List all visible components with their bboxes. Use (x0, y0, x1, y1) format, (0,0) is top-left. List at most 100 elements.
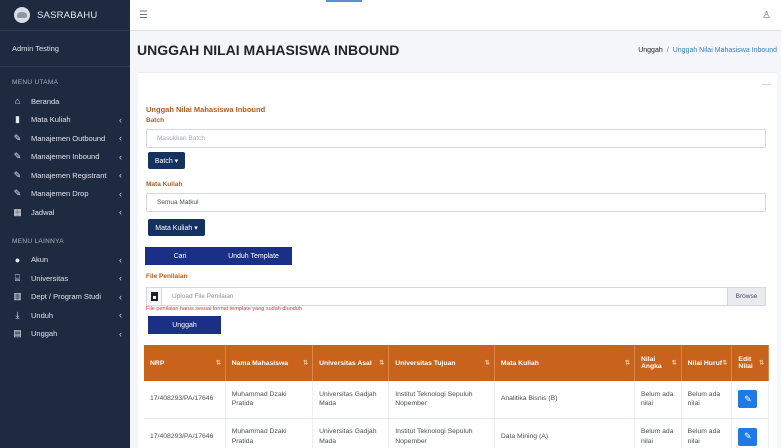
table-cell: Institut Teknologi Sepuluh Nopember (388, 418, 495, 448)
sidebar-item-label: Akun (31, 255, 49, 265)
column-header-label: Nama Mahasiswa (231, 359, 289, 367)
table-cell: 17/408293/PA/17646 (144, 381, 226, 419)
loading-bar (326, 0, 362, 2)
sort-icon[interactable]: ⇅ (759, 360, 764, 367)
matkul-input[interactable]: Semua Matkul (146, 193, 766, 212)
column-header[interactable]: Universitas Tujuan ⇅ (388, 345, 495, 381)
column-header[interactable]: Universitas Asal ⇅ (312, 345, 390, 381)
browse-button[interactable]: Browse (727, 288, 765, 305)
table-cell: Belum ada nilai (634, 418, 682, 448)
column-header-label: Universitas Asal (319, 359, 372, 367)
column-header-label: Edit Nilai (738, 356, 753, 370)
table-cell: Universitas Gadjah Mada (312, 418, 390, 448)
matkul-dropdown-button[interactable]: Mata Kuliah ▾ (148, 219, 205, 236)
chevron-left-icon: ‹ (119, 151, 122, 162)
edit-grade-button[interactable]: ✎ (738, 390, 758, 409)
column-header[interactable]: Nilai Angka ⇅ (634, 345, 682, 381)
sidebar-item-manajemen-inbound[interactable]: ✎ Manajemen Inbound ‹ (0, 148, 130, 167)
sort-icon[interactable]: ⇅ (722, 360, 727, 367)
table-cell: Muhammad Dzaki Pratida (225, 418, 314, 448)
file-input[interactable]: Upload File Penilaian Browse (146, 287, 766, 306)
sidebar-item-unduh[interactable]: ⤓ Unduh ‹ (0, 306, 130, 325)
topbar: ☰ ♙ (130, 0, 781, 31)
sidebar-item-manajemen-registrant[interactable]: ✎ Manajemen Registrant ‹ (0, 166, 130, 185)
file-icon-box (147, 288, 162, 305)
sidebar-item-jadwal[interactable]: ▦ Jadwal ‹ (0, 203, 130, 222)
file-upload-icon: ▤ (13, 328, 22, 339)
sidebar-item-label: Unggah (31, 329, 58, 339)
column-header[interactable]: Nilai Huruf ⇅ (681, 345, 733, 381)
sidebar-item-dept-program-studi[interactable]: ▥ Dept / Program Studi ‹ (0, 288, 130, 307)
file-icon (150, 292, 158, 301)
batch-dropdown-button[interactable]: Batch ▾ (148, 152, 185, 169)
brand[interactable]: SASRABAHU (0, 0, 130, 31)
edit-icon: ✎ (13, 132, 22, 143)
user-name: Admin Testing (12, 44, 59, 53)
sort-icon[interactable]: ⇅ (485, 360, 490, 367)
chevron-left-icon: ‹ (119, 310, 122, 321)
sort-icon[interactable]: ⇅ (216, 360, 221, 367)
chevron-left-icon: ‹ (119, 254, 122, 265)
file-label: File Penilaian (146, 273, 188, 280)
column-header[interactable]: Edit Nilai ⇅ (731, 345, 769, 381)
sidebar-item-universitas[interactable]: ⌸ Universitas ‹ (0, 269, 130, 288)
sidebar-item-label: Manajemen Drop (31, 189, 89, 199)
breadcrumb: Unggah / Unggah Nilai Mahasiswa Inbound (638, 47, 777, 54)
sidebar-item-label: Manajemen Outbound (31, 133, 106, 143)
sort-icon[interactable]: ⇅ (672, 360, 677, 367)
upload-button[interactable]: Unggah (148, 316, 221, 334)
sidebar-item-manajemen-outbound[interactable]: ✎ Manajemen Outbound ‹ (0, 129, 130, 148)
chevron-left-icon: ‹ (119, 170, 122, 181)
sidebar: SASRABAHU Admin Testing MENU UTAMA ⌂ Bera… (0, 0, 130, 448)
batch-input[interactable]: Masukkan Batch (146, 129, 766, 148)
file-hint: File penilaian harus sesuai format templ… (146, 306, 302, 312)
file-placeholder[interactable]: Upload File Penilaian (162, 288, 727, 305)
collapse-icon[interactable]: — (762, 79, 771, 89)
sort-icon[interactable]: ⇅ (379, 360, 384, 367)
column-header-label: Universitas Tujuan (395, 359, 456, 367)
sort-icon[interactable]: ⇅ (625, 360, 630, 367)
brand-name: SASRABAHU (37, 9, 98, 21)
edit-grade-button[interactable]: ✎ (738, 427, 758, 446)
sidebar-item-manajemen-drop[interactable]: ✎ Manajemen Drop ‹ (0, 185, 130, 204)
upload-card: — Unggah Nilai Mahasiswa Inbound Batch M… (138, 72, 777, 448)
download-icon: ⤓ (15, 309, 20, 320)
sidebar-item-beranda[interactable]: ⌂ Beranda (0, 92, 130, 111)
nav-header-other: MENU LAINNYA (12, 237, 64, 245)
chevron-left-icon: ‹ (119, 114, 122, 125)
nav-header-main: MENU UTAMA (12, 79, 59, 86)
edit-cell: ✎ (731, 381, 769, 419)
hamburger-menu-icon[interactable]: ☰ (139, 10, 148, 21)
column-header-label: Mata Kuliah (500, 359, 539, 367)
column-header[interactable]: Nama Mahasiswa ⇅ (225, 345, 314, 381)
user-icon[interactable]: ♙ (762, 10, 771, 21)
table-cell: Belum ada nilai (634, 381, 682, 419)
sidebar-item-label: Beranda (31, 96, 60, 106)
brand-logo-icon (14, 7, 30, 23)
edit-icon: ✎ (13, 151, 22, 162)
card-title: Unggah Nilai Mahasiswa Inbound (146, 105, 266, 114)
home-icon: ⌂ (14, 96, 21, 107)
pencil-icon: ✎ (744, 393, 752, 404)
search-button[interactable]: Cari (145, 247, 215, 265)
breadcrumb-root[interactable]: Unggah (638, 47, 663, 54)
column-header[interactable]: NRP ⇅ (144, 345, 226, 381)
table-cell: Belum ada nilai (681, 418, 733, 448)
sidebar-item-mata-kuliah[interactable]: ▮ Mata Kuliah ‹ (0, 111, 130, 130)
table-cell: Analitika Bisnis (B) (494, 381, 635, 419)
chevron-left-icon: ‹ (119, 291, 122, 302)
column-header-label: Nilai Angka (640, 356, 662, 370)
column-header-label: NRP (150, 359, 165, 367)
chevron-left-icon: ‹ (119, 207, 122, 218)
sidebar-item-akun[interactable]: ● Akun ‹ (0, 251, 130, 270)
column-header-label: Nilai Huruf (687, 359, 723, 367)
user-panel[interactable]: Admin Testing (0, 31, 130, 67)
sort-icon[interactable]: ⇅ (303, 360, 308, 367)
university-icon: ⌸ (14, 272, 21, 283)
content-header: UNGGAH NILAI MAHASISWA INBOUND Unggah / Un… (130, 31, 781, 69)
chevron-left-icon: ‹ (119, 188, 122, 199)
sidebar-item-unggah[interactable]: ▤ Unggah ‹ (0, 325, 130, 344)
column-header[interactable]: Mata Kuliah ⇅ (494, 345, 635, 381)
download-template-button[interactable]: Unduh Template (215, 247, 292, 265)
chevron-left-icon: ‹ (119, 273, 122, 284)
